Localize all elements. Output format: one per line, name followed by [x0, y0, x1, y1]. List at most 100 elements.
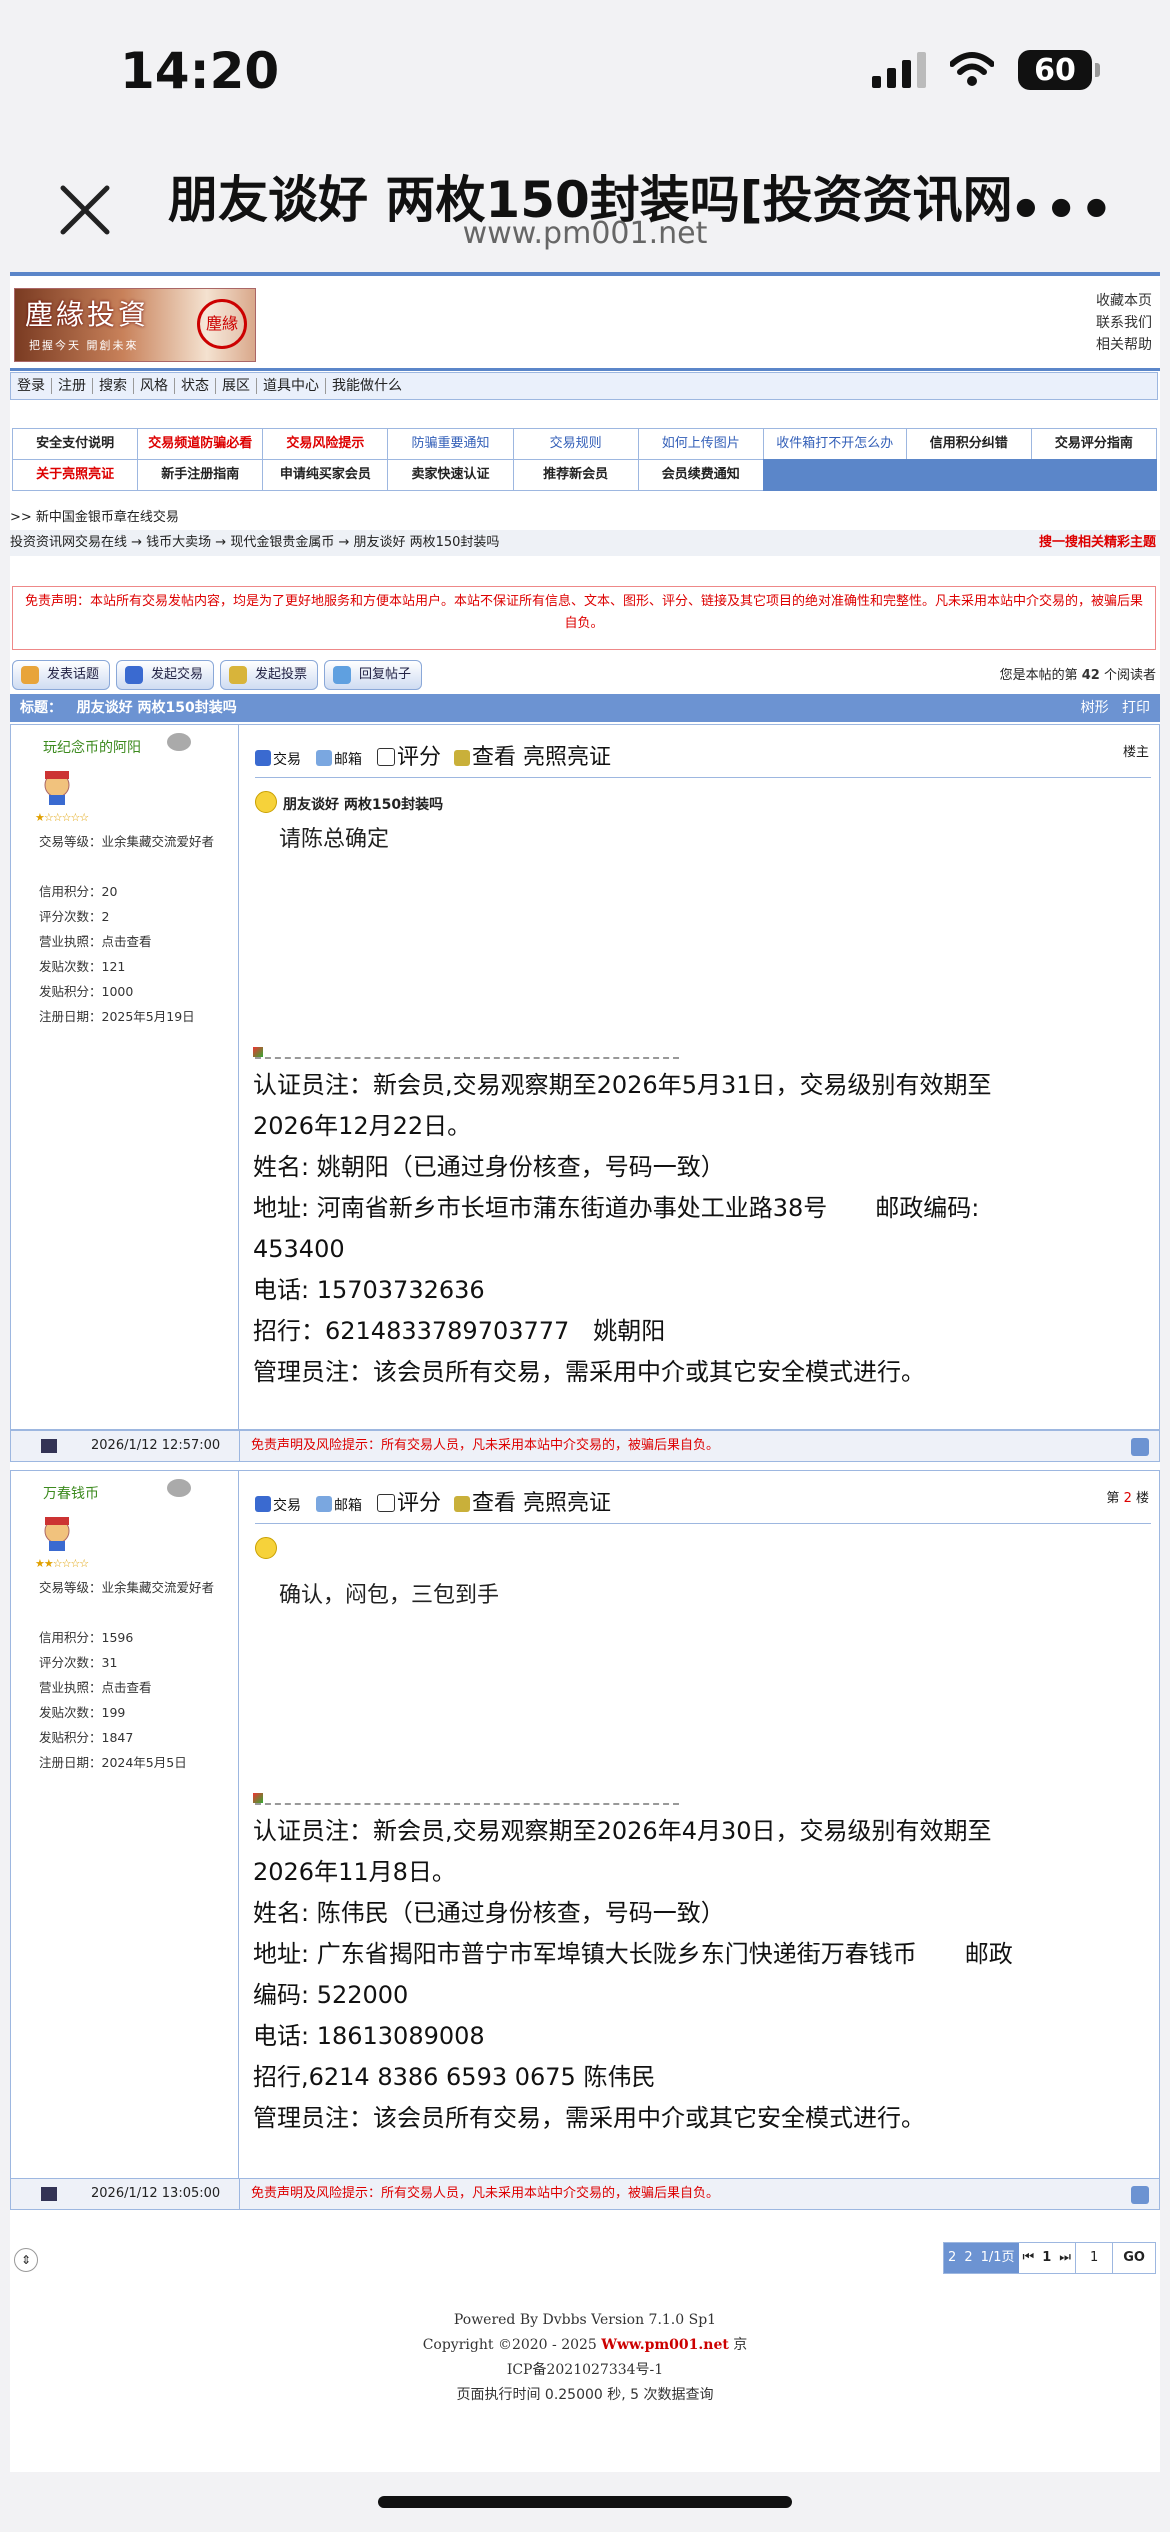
page-total: 2 [944, 2243, 961, 2273]
trade-level: 交易等级：业余集藏交流爱好者 [39, 1580, 215, 1595]
page-input[interactable]: 1 [1074, 2243, 1112, 2273]
license-icon [454, 750, 471, 766]
link-bookmark[interactable]: 收藏本页 [1096, 290, 1152, 312]
new-poll-button[interactable]: 发起投票 [220, 660, 319, 690]
reader-count: 您是本帖的第 42 个阅读者 [999, 668, 1156, 683]
business-license-link[interactable]: 营业执照：点击查看 [39, 929, 195, 954]
score-link[interactable]: 评分 [397, 1491, 441, 1516]
link-contact[interactable]: 联系我们 [1096, 312, 1152, 334]
cellular-signal-icon [872, 52, 926, 88]
notice-link[interactable]: 推荐新会员 [512, 459, 639, 491]
trade-level: 交易等级：业余集藏交流爱好者 [39, 834, 215, 849]
notice-link[interactable]: 新手注册指南 [137, 459, 264, 491]
notice-link[interactable]: 会员续费通知 [637, 459, 764, 491]
tree-view-link[interactable]: 树形 [1081, 700, 1109, 716]
score-link[interactable]: 评分 [397, 745, 441, 770]
post-date: 2026/1/12 12:57:00 [91, 1438, 221, 1453]
current-page[interactable]: 1 [1038, 2243, 1055, 2273]
notice-link[interactable]: 如何上传图片 [637, 428, 764, 460]
notice-link[interactable]: 交易评分指南 [1030, 428, 1157, 460]
username[interactable]: 万春钱币 [43, 1483, 99, 1503]
business-license-link[interactable]: 营业执照：点击查看 [39, 1675, 187, 1700]
site-link[interactable]: Www.pm001.net [601, 2337, 729, 2353]
site-footer: Powered By Dvbbs Version 7.1.0 Sp1 Copyr… [10, 2308, 1160, 2408]
ip-icon [41, 2187, 57, 2201]
site-header: 塵緣投資 把握今天 開創未來 塵緣 收藏本页 联系我们 相关帮助 [10, 272, 1160, 371]
view-license-link[interactable]: 查看 亮照亮证 [472, 745, 611, 770]
more-menu-icon[interactable]: ••• [1009, 180, 1115, 240]
ip-icon [41, 1439, 57, 1453]
avatar-icon [44, 1517, 70, 1551]
credit-score: 信用积分：20 [39, 884, 118, 899]
post-body: 确认，闷包，三包到手 [279, 1583, 500, 1608]
action-buttons: 发表话题 发起交易 发起投票 回复帖子 [12, 660, 423, 690]
home-indicator[interactable] [378, 2496, 792, 2508]
new-trade-button[interactable]: 发起交易 [116, 660, 215, 690]
post: 玩纪念币的阿阳 ★☆☆☆☆☆ 交易等级：业余集藏交流爱好者 信用积分：20 评分… [10, 724, 1160, 1430]
back-to-top-icon[interactable] [1131, 1438, 1149, 1456]
page-indicator: 1/1页 [976, 2243, 1019, 2273]
back-to-top-icon[interactable] [1131, 2186, 1149, 2204]
menu-search[interactable]: 搜索 [93, 378, 134, 394]
notice-link[interactable]: 信用积分纠错 [905, 428, 1032, 460]
rank-stars-icon: ★☆☆☆☆☆ [35, 811, 89, 824]
post: 万春钱币 ★★☆☆☆☆ 交易等级：业余集藏交流爱好者 信用积分：1596 评分次… [10, 1470, 1160, 2180]
signature-text: 认证员注：新会员,交易观察期至2026年5月31日，交易级别有效期至 2026年… [253, 1071, 992, 1386]
menu-exhibit[interactable]: 展区 [216, 378, 257, 394]
mail-link[interactable]: 邮箱 [334, 752, 362, 768]
view-license-link[interactable]: 查看 亮照亮证 [472, 1491, 611, 1516]
notice-link[interactable]: 防骗重要通知 [387, 428, 514, 460]
trade-icon [255, 750, 271, 766]
rating-count: 评分次数：2 [39, 909, 110, 924]
menu-login[interactable]: 登录 [11, 378, 52, 394]
menu-what-can-i-do[interactable]: 我能做什么 [326, 378, 408, 394]
post-title: 朋友谈好 两枚150封装吗 [255, 791, 443, 814]
score-icon [377, 748, 395, 766]
print-link[interactable]: 打印 [1122, 700, 1150, 716]
menu-register[interactable]: 注册 [52, 378, 93, 394]
link-help[interactable]: 相关帮助 [1096, 334, 1152, 356]
trade-link[interactable]: 交易 [273, 1498, 301, 1514]
reply-button[interactable]: 回复帖子 [324, 660, 423, 690]
smiley-icon [255, 1537, 277, 1559]
notice-link[interactable]: 安全支付说明 [12, 428, 139, 460]
menu-status[interactable]: 状态 [175, 378, 216, 394]
rank-stars-icon: ★★☆☆☆☆ [35, 1557, 89, 1570]
notice-link[interactable]: 申请纯买家会员 [262, 459, 389, 491]
notice-link[interactable]: 交易风险提示 [262, 428, 389, 460]
wifi-icon [950, 52, 994, 86]
post-footer: 2026/1/12 12:57:00 免责声明及风险提示：所有交易人员，凡未采用… [10, 1430, 1160, 1462]
pagination: 2 2 1/1页 ⏮ 1 ⏭ 1 GO [943, 2242, 1156, 2274]
mail-icon [316, 750, 332, 766]
icp-link[interactable]: ICP备2021027334号-1 [10, 2358, 1160, 2383]
post-date: 2026/1/12 13:05:00 [91, 2186, 221, 2201]
reply-icon [333, 666, 352, 684]
username[interactable]: 玩纪念币的阿阳 [43, 737, 141, 757]
notice-link[interactable]: 交易规则 [512, 428, 639, 460]
notice-link[interactable]: 收件箱打不开怎么办 [762, 428, 907, 460]
score-icon [377, 1494, 395, 1512]
first-page-icon[interactable]: ⏮ [1019, 2243, 1039, 2273]
powered-by: Powered By Dvbbs Version 7.1.0 Sp1 [453, 2312, 717, 2328]
notice-link[interactable]: 卖家快速认证 [387, 459, 514, 491]
post-points: 发贴积分：1847 [39, 1730, 134, 1745]
trade-link[interactable]: 交易 [273, 752, 301, 768]
go-button[interactable]: GO [1112, 2243, 1155, 2273]
menu-style[interactable]: 风格 [134, 378, 175, 394]
related-topics-link[interactable]: 搜一搜相关精彩主题 [1039, 530, 1156, 556]
post-tools: 交易 邮箱 评分 查看 亮照亮证 [255, 739, 611, 771]
new-topic-button[interactable]: 发表话题 [12, 660, 111, 690]
page-count: 2 [960, 2243, 977, 2273]
breadcrumb-path[interactable]: 投资资讯网交易在线 → 钱币大卖场 → 现代金银贵金属币 → 朋友谈好 两枚15… [10, 535, 499, 550]
post-footer: 2026/1/12 13:05:00 免责声明及风险提示：所有交易人员，凡未采用… [10, 2178, 1160, 2210]
mail-link[interactable]: 邮箱 [334, 1498, 362, 1514]
last-page-icon[interactable]: ⏭ [1055, 2243, 1075, 2273]
jump-select-icon[interactable]: ⇕ [14, 2248, 38, 2272]
forum-breadcrumb-top[interactable]: >> 新中国金银币章在线交易 [10, 506, 179, 525]
disclaimer-box: 免责声明：本站所有交易发帖内容，均是为了更好地服务和方便本站用户。本站不保证所有… [12, 586, 1156, 650]
notice-link[interactable]: 交易频道防骗必看 [137, 428, 264, 460]
notice-link[interactable]: 关于亮照亮证 [12, 459, 139, 491]
menu-props[interactable]: 道具中心 [257, 378, 326, 394]
forum-menu: 登录 注册 搜索 风格 状态 展区 道具中心 我能做什么 [10, 372, 1158, 400]
site-logo[interactable]: 塵緣投資 把握今天 開創未來 塵緣 [14, 288, 256, 362]
